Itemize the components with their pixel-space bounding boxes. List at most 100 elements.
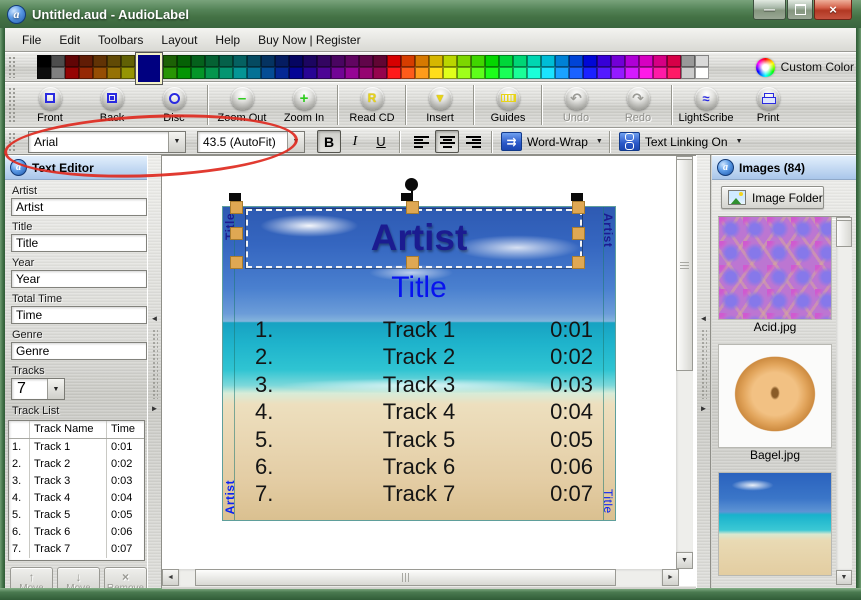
splitter-grip[interactable]	[152, 329, 158, 399]
palette-swatch[interactable]	[611, 55, 625, 67]
palette-swatch[interactable]	[65, 55, 79, 67]
palette-swatch[interactable]	[639, 67, 653, 79]
palette-swatch[interactable]	[681, 67, 695, 79]
palette-swatch[interactable]	[527, 55, 541, 67]
palette-swatch[interactable]	[443, 55, 457, 67]
table-row[interactable]: 3.Track 30:03	[9, 473, 144, 490]
expand-right-icon[interactable]: ►	[151, 405, 159, 413]
palette-swatch[interactable]	[583, 67, 597, 79]
table-row[interactable]: 7.Track 70:07	[9, 541, 144, 558]
close-button[interactable]: ×	[814, 0, 852, 20]
palette-swatch[interactable]	[415, 67, 429, 79]
toolbar-button-read-cd[interactable]: RRead CD	[341, 84, 403, 126]
palette-swatch[interactable]	[163, 67, 177, 79]
palette-swatch[interactable]	[541, 67, 555, 79]
toolbar-grip[interactable]	[8, 132, 15, 152]
palette-swatch[interactable]	[359, 55, 373, 67]
dropdown-arrow-icon[interactable]: ▼	[168, 132, 185, 152]
palette-swatch[interactable]	[457, 67, 471, 79]
palette-swatch[interactable]	[555, 55, 569, 67]
palette-swatch[interactable]	[597, 55, 611, 67]
palette-swatch[interactable]	[429, 67, 443, 79]
total-time-field[interactable]	[11, 306, 147, 324]
palette-swatch[interactable]	[667, 67, 681, 79]
scroll-down-icon[interactable]: ▼	[836, 570, 852, 585]
palette-swatch[interactable]	[653, 67, 667, 79]
spine-text-right-bottom[interactable]: Title	[601, 489, 615, 514]
palette-swatch[interactable]	[177, 55, 191, 67]
image-thumbnail[interactable]	[716, 473, 834, 575]
splitter-grip[interactable]	[701, 329, 707, 399]
toolbar-button-back[interactable]: Back	[81, 84, 143, 126]
palette-swatch[interactable]	[583, 55, 597, 67]
palette-swatch[interactable]	[345, 67, 359, 79]
menu-item-edit[interactable]: Edit	[50, 30, 89, 50]
palette-swatch[interactable]	[387, 67, 401, 79]
spine-text-right-top[interactable]: Artist	[601, 213, 615, 247]
menu-item-toolbars[interactable]: Toolbars	[89, 30, 152, 50]
image-thumbnail-bagel-jpg[interactable]: Bagel.jpg	[716, 345, 834, 463]
palette-swatch[interactable]	[121, 67, 135, 79]
palette-swatch[interactable]	[289, 67, 303, 79]
label-artist-text[interactable]: Artist	[223, 217, 615, 259]
font-size-combobox[interactable]: 43.5 (AutoFit) ▼	[197, 131, 305, 153]
spine-text-left-top[interactable]: Title	[223, 213, 237, 240]
palette-swatch[interactable]	[625, 67, 639, 79]
palette-swatch[interactable]	[569, 55, 583, 67]
custom-color-button[interactable]: Custom Color	[756, 58, 854, 77]
palette-swatch[interactable]	[331, 67, 345, 79]
rotation-handle[interactable]	[405, 178, 418, 191]
images-vertical-scrollbar[interactable]: ▲ ▼	[836, 217, 852, 585]
image-thumbnail-acid-jpg[interactable]: Acid.jpg	[716, 217, 834, 335]
selection-anchor[interactable]	[401, 193, 413, 201]
palette-swatch[interactable]	[191, 55, 205, 67]
palette-swatch[interactable]	[331, 55, 345, 67]
palette-swatch[interactable]	[429, 55, 443, 67]
palette-swatch[interactable]	[611, 67, 625, 79]
label-track-row[interactable]: 6.Track 60:06	[223, 454, 615, 481]
palette-swatch[interactable]	[205, 55, 219, 67]
canvas-viewport[interactable]: Artist Title 1.Track 10:012.Track 20:023…	[162, 156, 679, 569]
palette-swatch[interactable]	[387, 55, 401, 67]
table-row[interactable]: 5.Track 50:05	[9, 507, 144, 524]
toolbar-button-insert[interactable]: ▼Insert	[409, 84, 471, 126]
palette-swatch[interactable]	[667, 55, 681, 67]
label-track-row[interactable]: 2.Track 20:02	[223, 344, 615, 371]
palette-swatch[interactable]	[513, 67, 527, 79]
palette-swatch[interactable]	[345, 55, 359, 67]
scroll-right-icon[interactable]: ►	[662, 569, 679, 586]
palette-swatch[interactable]	[359, 67, 373, 79]
palette-swatch[interactable]	[695, 67, 709, 79]
palette-swatch[interactable]	[499, 55, 513, 67]
scroll-left-icon[interactable]: ◄	[162, 569, 179, 586]
word-wrap-dropdown[interactable]: ⇉ Word-Wrap ▼	[501, 132, 603, 151]
palette-swatch[interactable]	[541, 55, 555, 67]
align-center-button[interactable]	[435, 130, 459, 153]
palette-swatch[interactable]	[681, 55, 695, 67]
table-row[interactable]: 4.Track 40:04	[9, 490, 144, 507]
palette-swatch[interactable]	[639, 55, 653, 67]
toolbar-button-disc[interactable]: Disc	[143, 84, 205, 126]
year-field[interactable]	[11, 270, 147, 288]
palette-swatch[interactable]	[485, 67, 499, 79]
selection-anchor[interactable]	[229, 193, 241, 201]
scrollbar-thumb[interactable]	[676, 159, 693, 371]
menu-item-help[interactable]: Help	[206, 30, 249, 50]
bold-button[interactable]: B	[317, 130, 341, 153]
palette-swatch[interactable]	[527, 67, 541, 79]
label-track-row[interactable]: 4.Track 40:04	[223, 399, 615, 426]
toolbar-button-guides[interactable]: Guides	[477, 84, 539, 126]
palette-swatch[interactable]	[303, 67, 317, 79]
table-row[interactable]: 1.Track 10:01	[9, 439, 144, 456]
menu-item-layout[interactable]: Layout	[152, 30, 206, 50]
table-row[interactable]: 2.Track 20:02	[9, 456, 144, 473]
menu-item-file[interactable]: File	[13, 30, 50, 50]
palette-swatch[interactable]	[51, 55, 65, 67]
palette-swatch[interactable]	[415, 55, 429, 67]
palette-swatch[interactable]	[485, 55, 499, 67]
palette-swatch[interactable]	[233, 55, 247, 67]
palette-swatch[interactable]	[275, 67, 289, 79]
palette-swatch[interactable]	[555, 67, 569, 79]
toolbar-button-zoom-in[interactable]: +Zoom In	[273, 84, 335, 126]
spine-text-left-bottom[interactable]: Artist	[223, 480, 237, 514]
